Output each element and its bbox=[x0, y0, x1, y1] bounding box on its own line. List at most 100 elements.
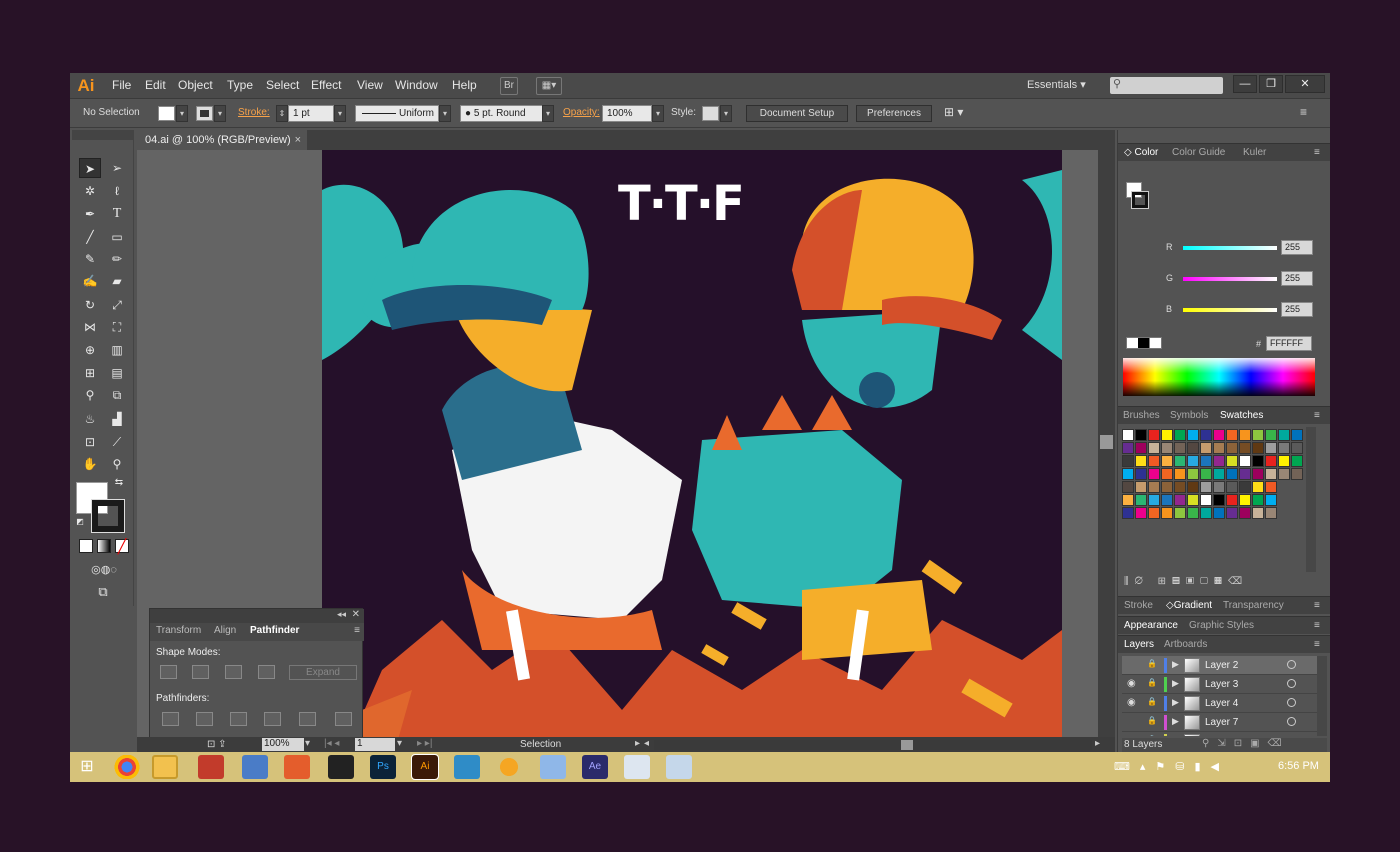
color-swatch[interactable] bbox=[1239, 442, 1251, 454]
line-tool-icon[interactable]: ╱ bbox=[79, 227, 101, 247]
color-swatch[interactable] bbox=[1265, 468, 1277, 480]
color-swatch[interactable] bbox=[1200, 468, 1212, 480]
app-icon-1[interactable] bbox=[198, 755, 224, 779]
tab-pathfinder[interactable]: Pathfinder bbox=[250, 625, 299, 636]
pathfinder-menu-icon[interactable]: ≡ bbox=[354, 625, 360, 636]
menu-edit[interactable]: Edit bbox=[145, 78, 166, 92]
color-swatch[interactable] bbox=[1239, 468, 1251, 480]
graphic-style-swatch[interactable] bbox=[702, 106, 719, 121]
color-swatch[interactable] bbox=[1148, 494, 1160, 506]
taskbar-clock[interactable]: 6:56 PM bbox=[1278, 760, 1319, 772]
color-swatch[interactable] bbox=[1239, 455, 1251, 467]
color-swatch[interactable] bbox=[1265, 507, 1277, 519]
color-swatch[interactable] bbox=[1265, 429, 1277, 441]
menu-object[interactable]: Object bbox=[178, 78, 213, 92]
search-field[interactable]: ⚲ bbox=[1110, 77, 1223, 94]
variable-width-profile[interactable]: Uniform bbox=[355, 105, 439, 122]
color-swatch[interactable] bbox=[1135, 455, 1147, 467]
tab-layers[interactable]: Layers bbox=[1124, 639, 1154, 650]
lasso-tool-icon[interactable]: ℓ bbox=[106, 181, 128, 201]
pen-tool-icon[interactable]: ✒ bbox=[79, 204, 101, 224]
color-swatch[interactable] bbox=[1265, 455, 1277, 467]
color-swatch[interactable] bbox=[1148, 481, 1160, 493]
minimize-button[interactable]: — bbox=[1233, 75, 1257, 93]
tab-align[interactable]: Align bbox=[214, 625, 236, 636]
color-swatch[interactable] bbox=[1148, 429, 1160, 441]
zoom-tool-icon[interactable]: ⚲ bbox=[106, 454, 128, 474]
magic-wand-tool-icon[interactable]: ✲ bbox=[79, 181, 101, 201]
gradient-tool-icon[interactable]: ▤ bbox=[106, 363, 128, 383]
opacity-label[interactable]: Opacity: bbox=[563, 107, 600, 118]
workspace-switcher[interactable]: Essentials ▾ bbox=[1027, 78, 1086, 91]
stroke-weight-input[interactable]: 1 pt bbox=[288, 105, 334, 122]
expand-layer-icon[interactable]: ▶ bbox=[1172, 697, 1179, 708]
preferences-button[interactable]: Preferences bbox=[856, 105, 932, 122]
next-artboard-icon[interactable]: ▸ ▸| bbox=[417, 738, 432, 749]
target-circle-icon[interactable] bbox=[1287, 698, 1296, 707]
visibility-eye-icon[interactable]: ◉ bbox=[1127, 678, 1141, 689]
opacity-input[interactable]: 100% bbox=[602, 105, 652, 122]
color-swatch[interactable] bbox=[1122, 429, 1134, 441]
layer-row[interactable]: ◉ 🔒 ▶ Layer 4 bbox=[1122, 694, 1318, 713]
lock-icon[interactable]: 🔒 bbox=[1147, 697, 1159, 706]
color-swatch[interactable] bbox=[1135, 494, 1147, 506]
color-swatch[interactable] bbox=[1187, 442, 1199, 454]
crop-icon[interactable] bbox=[264, 712, 281, 726]
bridge-button[interactable]: Br bbox=[500, 77, 518, 95]
color-swatch[interactable] bbox=[1226, 481, 1238, 493]
color-mode-icon[interactable] bbox=[79, 539, 93, 553]
status-menu-icon[interactable]: ▸ bbox=[635, 738, 640, 749]
color-swatch[interactable] bbox=[1148, 442, 1160, 454]
lock-icon[interactable]: 🔒 bbox=[1147, 716, 1159, 725]
color-swatch[interactable] bbox=[1265, 494, 1277, 506]
horizontal-scroll-thumb[interactable] bbox=[901, 740, 913, 750]
color-swatch[interactable] bbox=[1174, 429, 1186, 441]
scale-tool-icon[interactable]: ⤢ bbox=[106, 295, 128, 315]
first-artboard-icon[interactable]: |◂ ◂ bbox=[324, 738, 339, 749]
pathfinder-panel-header[interactable]: ◂◂ ✕ bbox=[150, 609, 364, 623]
tab-color-guide[interactable]: Color Guide bbox=[1172, 147, 1225, 158]
tab-transform[interactable]: Transform bbox=[156, 625, 201, 636]
color-swatch[interactable] bbox=[1278, 442, 1290, 454]
paintbrush-tool-icon[interactable]: ✎ bbox=[79, 249, 101, 269]
color-swatch[interactable] bbox=[1187, 468, 1199, 480]
appearance-menu-icon[interactable]: ≡ bbox=[1314, 620, 1320, 631]
b-slider[interactable] bbox=[1183, 308, 1277, 312]
profile-dropdown-icon[interactable]: ▾ bbox=[439, 105, 451, 122]
stroke-swatch[interactable] bbox=[196, 106, 213, 121]
brush-dropdown-icon[interactable]: ▾ bbox=[542, 105, 554, 122]
target-circle-icon[interactable] bbox=[1287, 679, 1296, 688]
color-swatch[interactable] bbox=[1213, 494, 1225, 506]
zoom-dropdown-icon[interactable]: ▾ bbox=[305, 738, 310, 749]
r-value[interactable]: 255 bbox=[1281, 240, 1313, 255]
color-swatch[interactable] bbox=[1213, 481, 1225, 493]
tab-artboards[interactable]: Artboards bbox=[1164, 639, 1207, 650]
layer-row[interactable]: 🔒 ▶ Layer 2 bbox=[1122, 656, 1318, 675]
swatches-footer-icons[interactable]: ⫼⌀ ⊞▤▣▢▦⌫ bbox=[1124, 576, 1314, 590]
blob-brush-tool-icon[interactable]: ✍ bbox=[79, 271, 101, 291]
drawing-modes-icon[interactable]: ◎◍◌ bbox=[76, 560, 132, 580]
stroke-weight-dropdown-icon[interactable]: ▾ bbox=[334, 105, 346, 122]
b-value[interactable]: 255 bbox=[1281, 302, 1313, 317]
layers-footer-icons[interactable]: ⚲⇲⊡▣⌫ bbox=[1202, 738, 1290, 749]
tab-brushes[interactable]: Brushes bbox=[1123, 410, 1160, 421]
color-swatch[interactable] bbox=[1252, 507, 1264, 519]
artboard[interactable]: T·T·F bbox=[322, 150, 1062, 761]
target-circle-icon[interactable] bbox=[1287, 717, 1296, 726]
color-swatch[interactable] bbox=[1226, 468, 1238, 480]
color-swatch[interactable] bbox=[1174, 481, 1186, 493]
zoom-level-field[interactable]: 100% bbox=[262, 738, 304, 751]
scroll-right-icon[interactable]: ▸ bbox=[1095, 738, 1100, 749]
photoshop-icon[interactable]: Ps bbox=[370, 755, 396, 779]
zoom-level-icon[interactable]: ⊡ ⇪ bbox=[207, 739, 227, 750]
color-swatch[interactable] bbox=[1200, 494, 1212, 506]
lock-icon[interactable]: 🔒 bbox=[1147, 678, 1159, 687]
none-mode-icon[interactable]: ╱ bbox=[115, 539, 129, 553]
visibility-eye-icon[interactable]: ◉ bbox=[1127, 735, 1141, 736]
shape-builder-tool-icon[interactable]: ⊕ bbox=[79, 340, 101, 360]
menu-type[interactable]: Type bbox=[227, 78, 253, 92]
expand-layer-icon[interactable]: ▶ bbox=[1172, 678, 1179, 689]
color-swatch[interactable] bbox=[1135, 468, 1147, 480]
collapse-panel-icon[interactable]: ◂◂ bbox=[337, 609, 346, 620]
default-colors-icon[interactable]: ◩ bbox=[74, 516, 86, 528]
